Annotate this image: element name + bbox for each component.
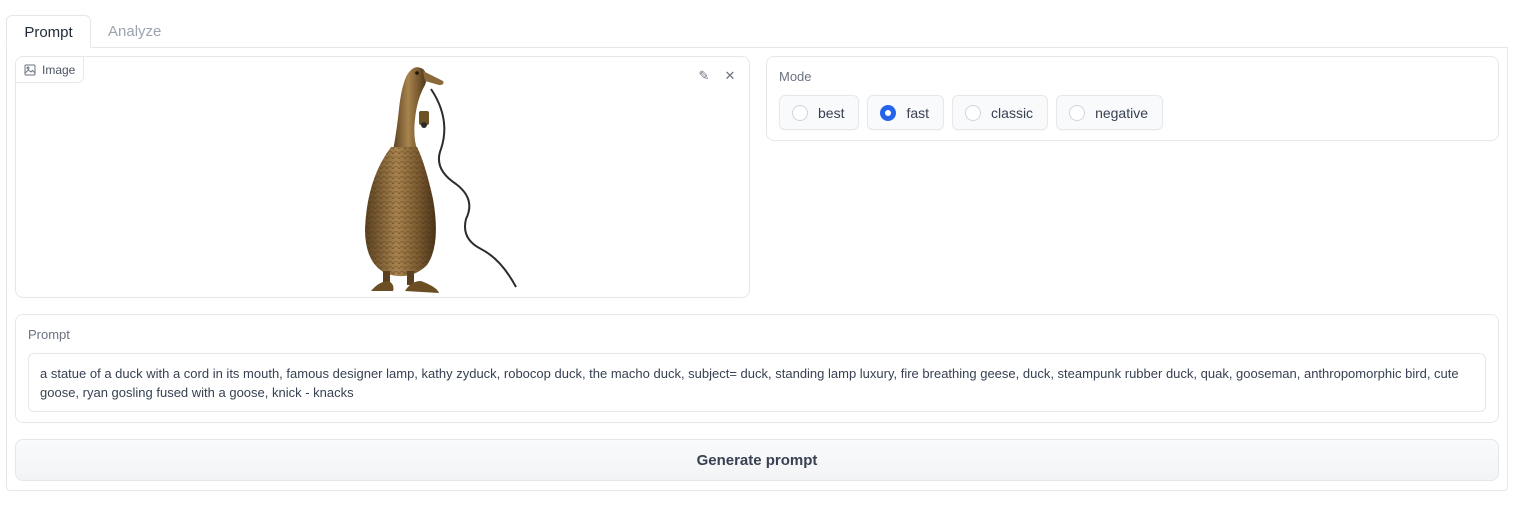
mode-radio-group: best fast classic negative	[779, 95, 1163, 130]
image-label: Image	[16, 57, 85, 83]
mode-option-best[interactable]: best	[779, 95, 860, 130]
mode-title: Mode	[779, 69, 812, 84]
mode-option-label: negative	[1095, 104, 1148, 121]
radio-unchecked-icon[interactable]	[1069, 104, 1086, 121]
mode-option-classic[interactable]: classic	[952, 95, 1049, 130]
radio-unchecked-icon[interactable]	[792, 104, 808, 121]
image-icon	[24, 64, 36, 76]
mode-option-label: best	[818, 104, 845, 121]
edit-icon[interactable]: ✎	[693, 65, 715, 87]
generate-prompt-button[interactable]: Generate prompt	[15, 439, 1499, 481]
image-label-text: Image	[42, 62, 76, 77]
mode-option-label: classic	[991, 104, 1034, 121]
mode-selector: Mode best fast classic negative	[766, 56, 1499, 141]
prompt-title: Prompt	[28, 327, 70, 342]
tab-analyze[interactable]: Analyze	[108, 15, 168, 48]
close-icon[interactable]: ✕	[719, 65, 741, 87]
mode-option-fast[interactable]: fast	[867, 95, 945, 130]
uploaded-image-duck-lamp	[321, 59, 521, 295]
prompt-textbox[interactable]: a statue of a duck with a cord in its mo…	[28, 353, 1486, 412]
radio-unchecked-icon[interactable]	[965, 104, 982, 121]
tab-prompt[interactable]: Prompt	[6, 15, 91, 48]
mode-option-label: fast	[906, 104, 930, 121]
mode-option-negative[interactable]: negative	[1056, 95, 1163, 130]
prompt-output: Prompt a statue of a duck with a cord in…	[15, 314, 1499, 423]
image-toolbar: ✎ ✕	[693, 65, 741, 87]
image-upload[interactable]: Image ✎ ✕	[15, 56, 750, 298]
radio-checked-icon[interactable]	[880, 104, 897, 121]
